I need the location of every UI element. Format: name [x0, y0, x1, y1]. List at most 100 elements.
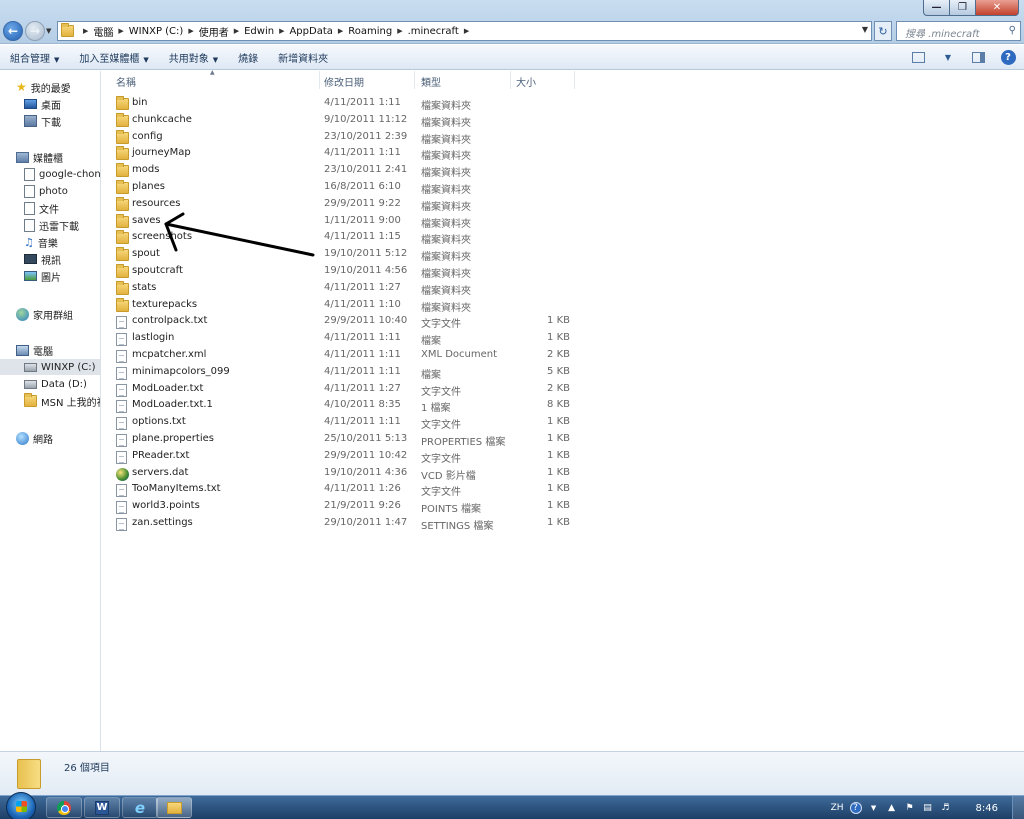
column-date[interactable]: 修改日期 — [320, 71, 415, 89]
change-view-button[interactable] — [910, 49, 926, 65]
recent-pages-dropdown[interactable]: ▼ — [46, 27, 51, 35]
organize-button[interactable]: 組合管理 ▼ — [0, 50, 69, 65]
ime-help-icon[interactable]: ? — [849, 802, 862, 814]
nav-desktop[interactable]: 桌面 — [24, 96, 61, 112]
nav-lib-music[interactable]: ♫ 音樂 — [24, 234, 58, 250]
chevron-right-icon[interactable]: ▶ — [338, 27, 343, 35]
flag-icon[interactable]: ⚑ — [904, 802, 916, 814]
chevron-right-icon[interactable]: ▶ — [234, 27, 239, 35]
nav-computer[interactable]: 電腦 — [16, 342, 53, 358]
file-row[interactable]: saves 1/11/2011 9:00 檔案資料夾 — [102, 213, 582, 230]
taskbar-word[interactable]: W — [84, 797, 120, 818]
file-row[interactable]: config 23/10/2011 2:39 檔案資料夾 — [102, 129, 582, 146]
start-button[interactable] — [6, 792, 36, 819]
breadcrumb-appdata[interactable]: AppData — [289, 26, 332, 37]
show-hidden-icons-icon[interactable]: ▲ — [886, 802, 898, 814]
chevron-right-icon[interactable]: ▶ — [397, 27, 402, 35]
file-row[interactable]: controlpack.txt 29/9/2011 10:40 文字文件 1 KB — [102, 313, 582, 330]
nav-drive-c[interactable]: WINXP (C:) — [0, 359, 100, 375]
file-row[interactable]: resources 29/9/2011 9:22 檔案資料夾 — [102, 196, 582, 213]
ime-options-icon[interactable]: ▼ — [868, 802, 880, 814]
forward-button[interactable]: → — [25, 21, 45, 41]
file-row[interactable]: minimapcolors_099 4/11/2011 1:11 檔案 5 KB — [102, 364, 582, 381]
maximize-button[interactable]: ❐ — [949, 0, 975, 16]
nav-lib-documents[interactable]: 文件 — [24, 200, 59, 216]
file-row[interactable]: zan.settings 29/10/2011 1:47 SETTINGS 檔案 1 … — [102, 515, 582, 532]
column-size[interactable]: 大小 — [511, 71, 575, 89]
back-button[interactable]: ← — [3, 21, 23, 41]
show-desktop-button[interactable] — [1012, 796, 1024, 819]
new-folder-button[interactable]: 新增資料夾 — [268, 50, 338, 65]
breadcrumb-user[interactable]: Edwin — [244, 26, 274, 37]
chevron-right-icon[interactable]: ▶ — [83, 27, 88, 35]
nav-libraries[interactable]: 媒體櫃 — [16, 149, 63, 165]
file-icon — [116, 366, 127, 380]
refresh-button[interactable]: ↻ — [874, 21, 892, 41]
address-dropdown-icon[interactable]: ▼ — [862, 25, 868, 34]
column-name[interactable]: ▲ 名稱 — [102, 69, 320, 89]
file-row[interactable]: spoutcraft 19/10/2011 4:56 檔案資料夾 — [102, 263, 582, 280]
breadcrumb-computer[interactable]: 電腦 — [93, 24, 113, 39]
breadcrumb-users[interactable]: 使用者 — [199, 24, 229, 39]
nav-msn[interactable]: MSN 上我的社 — [24, 393, 100, 409]
breadcrumb-roaming[interactable]: Roaming — [348, 26, 392, 37]
nav-lib-photo[interactable]: photo — [24, 183, 68, 199]
file-row[interactable]: mcpatcher.xml 4/11/2011 1:11 XML Document 2… — [102, 347, 582, 364]
burn-button[interactable]: 燒錄 — [228, 50, 268, 65]
file-row[interactable]: plane.properties 25/10/2011 5:13 PROPERTIE… — [102, 431, 582, 448]
file-row[interactable]: lastlogin 4/11/2011 1:11 檔案 1 KB — [102, 330, 582, 347]
taskbar-ie[interactable]: e — [122, 797, 158, 818]
file-row[interactable]: bin 4/11/2011 1:11 檔案資料夾 — [102, 95, 582, 112]
chevron-right-icon[interactable]: ▶ — [118, 27, 123, 35]
file-row[interactable]: world3.points 21/9/2011 9:26 POINTS 檔案 1 KB — [102, 498, 582, 515]
file-row[interactable]: TooManyItems.txt 4/11/2011 1:26 文字文件 1 KB — [102, 481, 582, 498]
file-row[interactable]: ModLoader.txt.1 4/10/2011 8:35 1 檔案 8 KB — [102, 397, 582, 414]
breadcrumb-minecraft[interactable]: .minecraft — [408, 26, 459, 37]
file-row[interactable]: chunkcache 9/10/2011 11:12 檔案資料夾 — [102, 112, 582, 129]
chevron-right-icon[interactable]: ▶ — [188, 27, 193, 35]
breadcrumb-drive[interactable]: WINXP (C:) — [129, 26, 184, 37]
nav-lib-thunder[interactable]: 迅雷下載 — [24, 217, 79, 233]
minimize-button[interactable]: — — [923, 0, 949, 16]
nav-drive-d[interactable]: Data (D:) — [24, 376, 87, 392]
clock[interactable]: 8:46 — [976, 803, 998, 814]
network-tray-icon[interactable]: ▤ — [922, 802, 934, 814]
file-row[interactable]: screenshots 4/11/2011 1:15 檔案資料夾 — [102, 229, 582, 246]
share-with-button[interactable]: 共用對象 ▼ — [159, 50, 228, 65]
file-row[interactable]: journeyMap 4/11/2011 1:11 檔案資料夾 — [102, 145, 582, 162]
file-row[interactable]: ModLoader.txt 4/11/2011 1:27 文字文件 2 KB — [102, 381, 582, 398]
nav-homegroup[interactable]: 家用群組 — [16, 306, 73, 322]
volume-icon[interactable]: ♬ — [940, 802, 952, 814]
document-icon — [24, 218, 35, 232]
add-to-library-button[interactable]: 加入至媒體櫃 ▼ — [69, 50, 158, 65]
file-row[interactable]: spout 19/10/2011 5:12 檔案資料夾 — [102, 246, 582, 263]
file-row[interactable]: mods 23/10/2011 2:41 檔案資料夾 — [102, 162, 582, 179]
search-input[interactable]: 搜尋 .minecraft ⚲ — [896, 21, 1021, 41]
file-row[interactable]: servers.dat 19/10/2011 4:36 VCD 影片檔 1 KB — [102, 465, 582, 482]
nav-downloads[interactable]: 下載 — [24, 113, 61, 129]
taskbar-chrome[interactable] — [46, 797, 82, 818]
taskbar-explorer[interactable] — [156, 797, 192, 818]
nav-lib-pictures[interactable]: 圖片 — [24, 268, 61, 284]
nav-network[interactable]: 網路 — [16, 430, 53, 446]
file-row[interactable]: planes 16/8/2011 6:10 檔案資料夾 — [102, 179, 582, 196]
file-name: saves — [132, 214, 161, 226]
search-icon[interactable]: ⚲ — [1009, 25, 1016, 36]
column-type[interactable]: 類型 — [415, 71, 511, 89]
close-button[interactable]: ✕ — [975, 0, 1019, 16]
help-button[interactable]: ? — [1000, 49, 1016, 65]
nav-favorites[interactable]: ★ 我的最愛 — [16, 79, 71, 95]
file-row[interactable]: texturepacks 4/11/2011 1:10 檔案資料夾 — [102, 297, 582, 314]
file-row[interactable]: PReader.txt 29/9/2011 10:42 文字文件 1 KB — [102, 448, 582, 465]
chevron-right-icon[interactable]: ▶ — [464, 27, 469, 35]
nav-lib-video[interactable]: 視訊 — [24, 251, 61, 267]
language-indicator[interactable]: ZH — [831, 803, 844, 813]
view-options-dropdown[interactable]: ▼ — [940, 49, 956, 65]
address-bar[interactable]: ▶ 電腦 ▶ WINXP (C:) ▶ 使用者 ▶ Edwin ▶ AppDat… — [57, 21, 872, 41]
nav-lib-google[interactable]: google-chon — [24, 166, 100, 182]
arrow-left-icon: ← — [7, 24, 19, 38]
chevron-right-icon[interactable]: ▶ — [279, 27, 284, 35]
file-row[interactable]: options.txt 4/11/2011 1:11 文字文件 1 KB — [102, 414, 582, 431]
file-row[interactable]: stats 4/11/2011 1:27 檔案資料夾 — [102, 280, 582, 297]
preview-pane-button[interactable] — [970, 49, 986, 65]
